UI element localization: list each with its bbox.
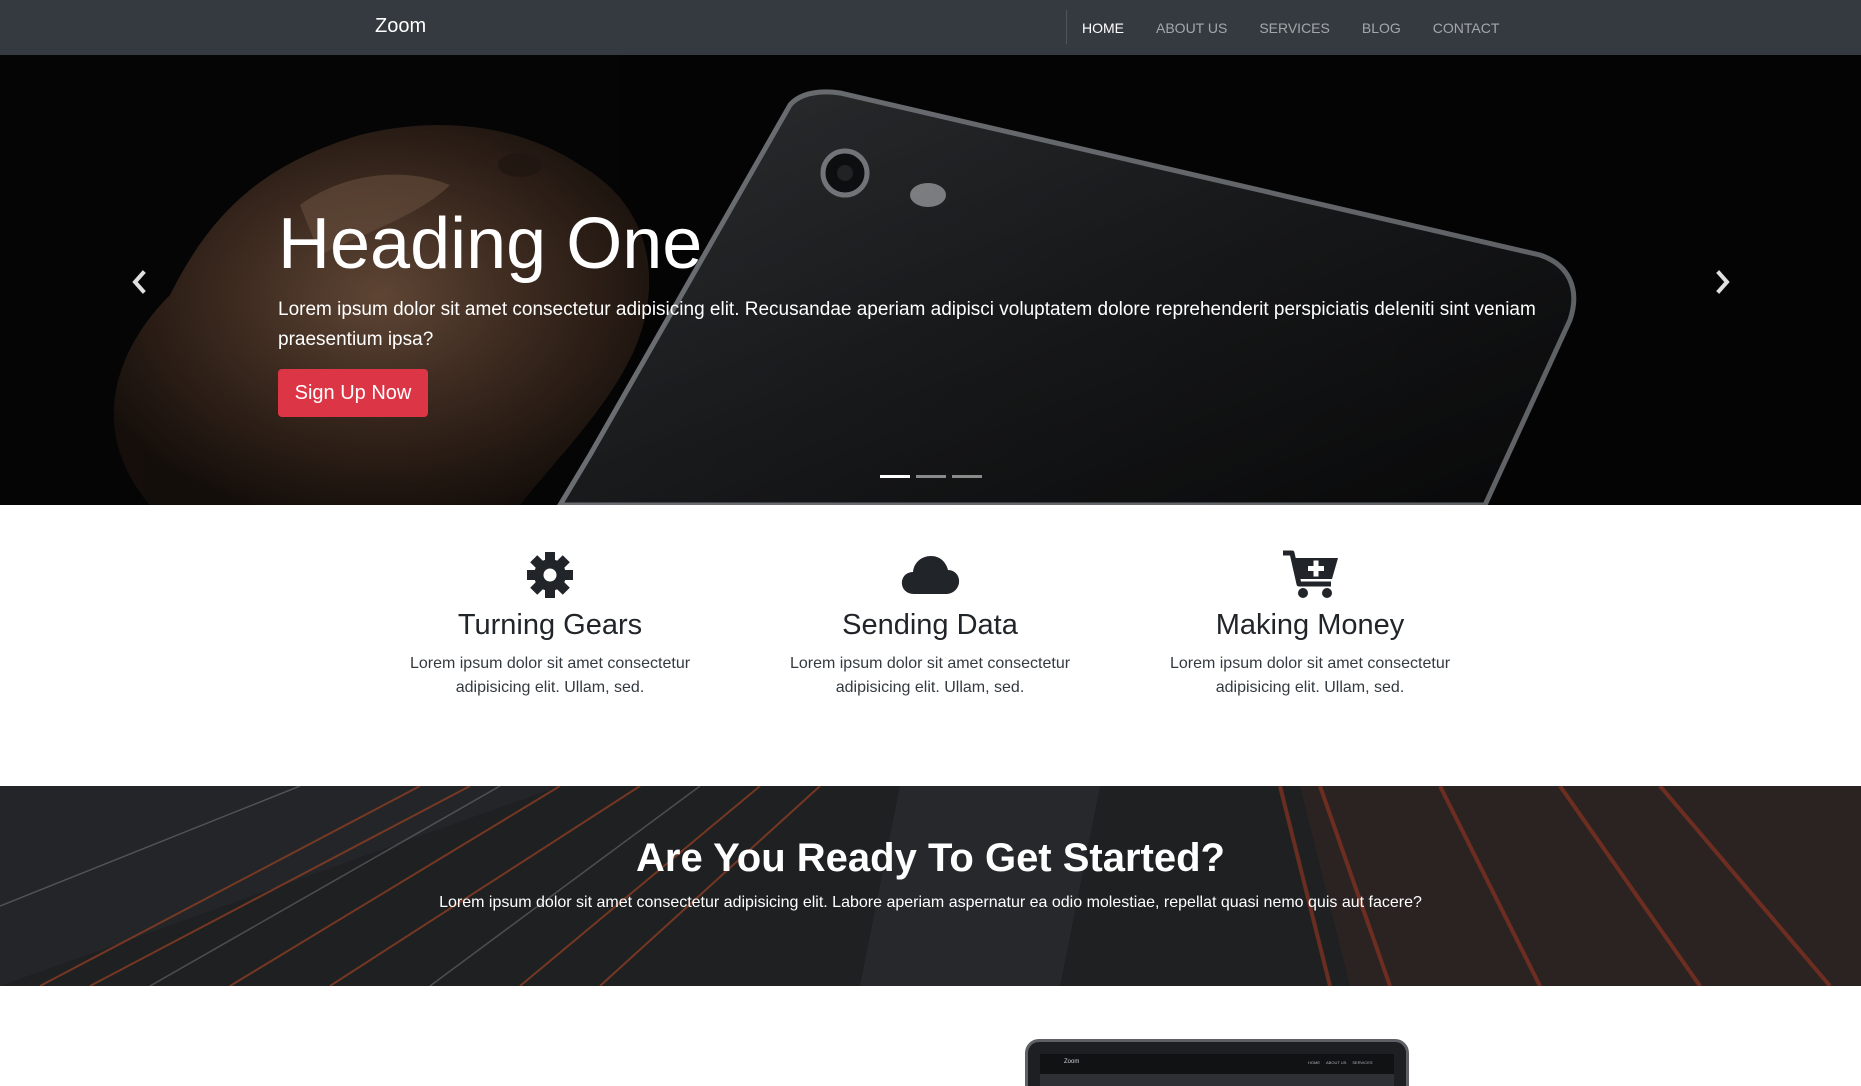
feature-making-money: Making Money Lorem ipsum dolor sit amet …	[1120, 550, 1500, 700]
feature-title: Sending Data	[842, 609, 1018, 641]
sign-up-button[interactable]: Sign Up Now	[278, 369, 428, 417]
carousel-indicator[interactable]	[916, 475, 946, 478]
cta-text: Lorem ipsum dolor sit amet consectetur a…	[439, 894, 1422, 911]
hero-heading: Heading One	[278, 204, 703, 284]
nav-link-home[interactable]: HOME	[1082, 20, 1124, 36]
nav-link-about-us[interactable]: ABOUT US	[1156, 20, 1227, 36]
nav-link-contact[interactable]: CONTACT	[1433, 20, 1500, 36]
laptop-nav-link: ABOUT US	[1326, 1060, 1347, 1065]
laptop-navbar: Zoom HOME ABOUT US SERVICES	[1040, 1054, 1394, 1074]
bottom-section: Zoom HOME ABOUT US SERVICES	[0, 986, 1861, 1086]
carousel-indicators	[880, 475, 988, 478]
feature-turning-gears: Turning Gears Lorem ipsum dolor sit amet…	[360, 550, 740, 700]
features-section: Turning Gears Lorem ipsum dolor sit amet…	[0, 505, 1861, 786]
cta-section: Are You Ready To Get Started? Lorem ipsu…	[0, 786, 1861, 986]
chevron-right-icon[interactable]	[1708, 267, 1738, 297]
feature-title: Turning Gears	[457, 609, 643, 641]
carousel-indicator[interactable]	[880, 475, 910, 478]
navbar: Zoom HOME ABOUT US SERVICES BLOG CONTACT	[0, 0, 1861, 55]
brand-logo[interactable]: Zoom	[375, 15, 426, 38]
cta-heading: Are You Ready To Get Started?	[635, 836, 1225, 880]
feature-title: Making Money	[1215, 609, 1405, 641]
cart-plus-icon	[1283, 550, 1338, 598]
nav-link-services[interactable]: SERVICES	[1259, 20, 1330, 36]
feature-text: Lorem ipsum dolor sit amet consectetur a…	[409, 655, 691, 696]
laptop-preview-image: Zoom HOME ABOUT US SERVICES	[1025, 1039, 1409, 1086]
nav-link-blog[interactable]: BLOG	[1362, 20, 1401, 36]
nav-divider	[1066, 10, 1067, 44]
feature-sending-data: Sending Data Lorem ipsum dolor sit amet …	[740, 550, 1120, 700]
hero-carousel: Heading One Lorem ipsum dolor sit amet c…	[0, 55, 1861, 505]
hero-text: Lorem ipsum dolor sit amet consectetur a…	[278, 299, 1536, 350]
laptop-nav-link: HOME	[1308, 1060, 1320, 1065]
laptop-screen: Zoom HOME ABOUT US SERVICES	[1040, 1054, 1394, 1086]
laptop-nav-link: SERVICES	[1352, 1060, 1373, 1065]
gear-icon	[527, 552, 573, 598]
cloud-icon	[901, 556, 960, 594]
feature-text: Lorem ipsum dolor sit amet consectetur a…	[789, 655, 1071, 696]
chevron-left-icon[interactable]	[124, 267, 154, 297]
nav-links: HOME ABOUT US SERVICES BLOG CONTACT	[1082, 0, 1531, 55]
feature-text: Lorem ipsum dolor sit amet consectetur a…	[1169, 655, 1451, 696]
laptop-brand: Zoom	[1064, 1059, 1080, 1065]
cta-background-image	[0, 786, 1861, 986]
carousel-indicator[interactable]	[952, 475, 982, 478]
laptop-nav-links: HOME ABOUT US SERVICES	[1308, 1060, 1379, 1065]
